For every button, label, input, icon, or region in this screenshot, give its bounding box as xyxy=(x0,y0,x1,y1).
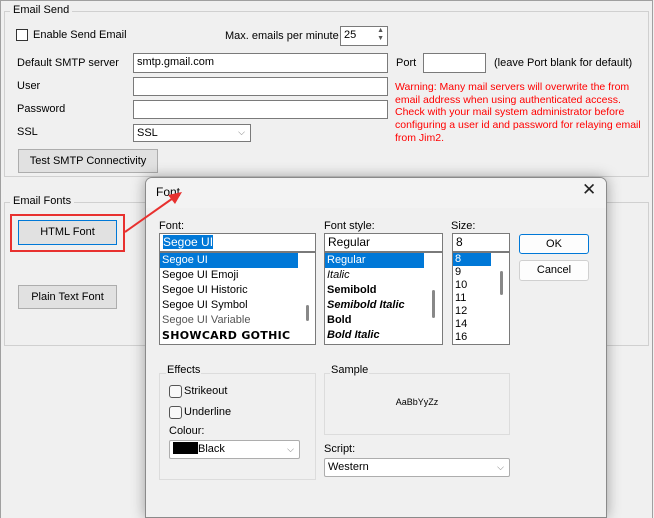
annotation-arrow xyxy=(124,192,182,233)
